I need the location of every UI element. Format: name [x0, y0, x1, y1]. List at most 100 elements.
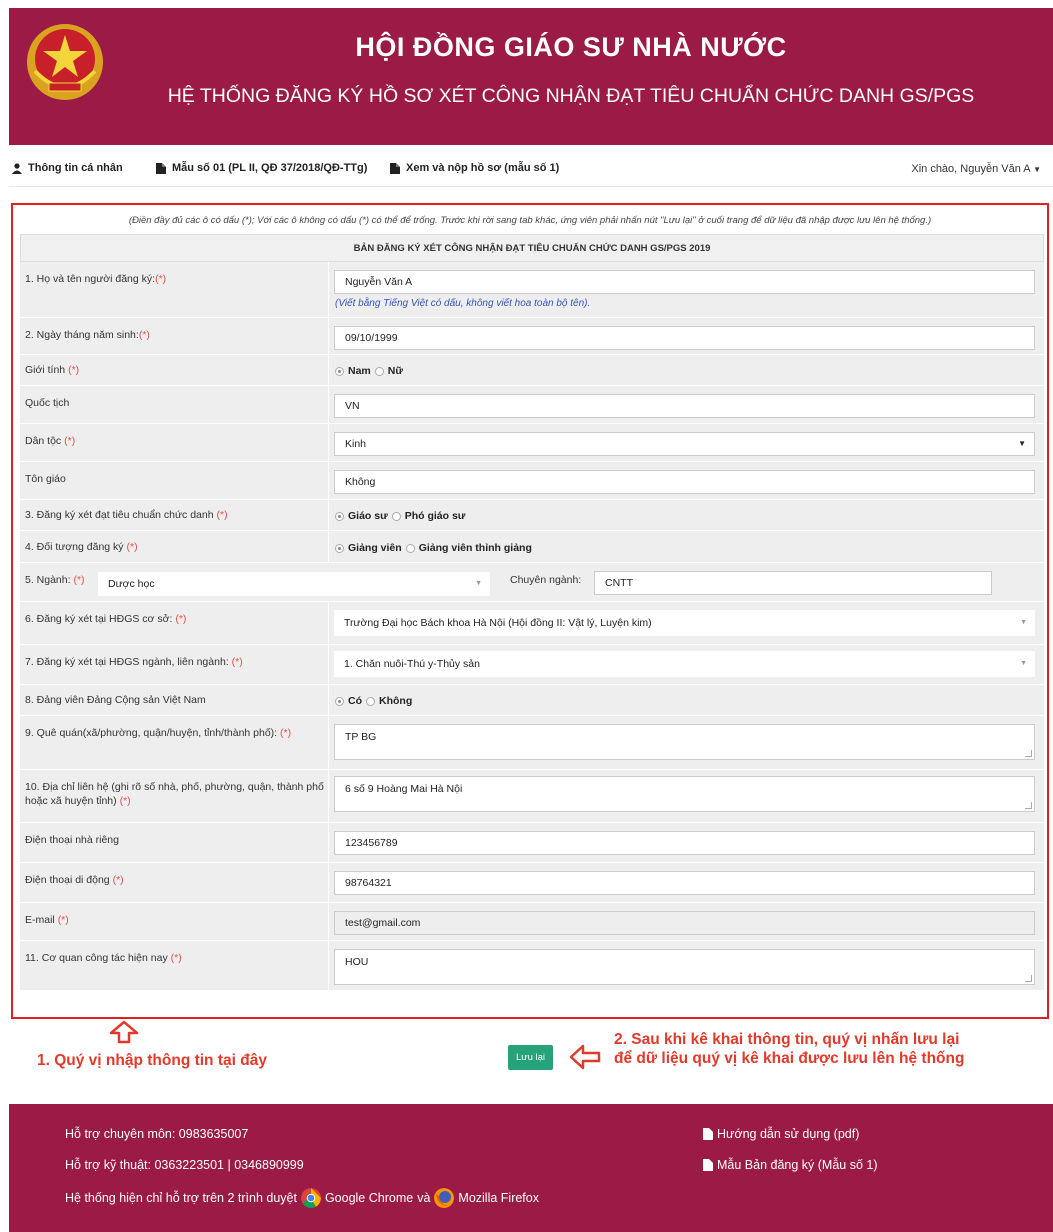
radio-label: Phó giáo sư [404, 510, 466, 522]
dob-input[interactable]: 09/10/1999 [334, 326, 1035, 350]
required-mark: (*) [280, 727, 292, 739]
page: HỘI ĐỒNG GIÁO SƯ NHÀ NƯỚC HỆ THỐNG ĐĂNG … [0, 0, 1053, 1232]
address-textarea[interactable]: 6 số 9 Hoàng Mai Hà Nội [334, 776, 1035, 812]
row-hometown: 9. Quê quán(xã/phường, quận/huyện, tỉnh/… [20, 716, 1044, 770]
label-text: 2. Ngày tháng năm sinh: [25, 329, 139, 341]
browser-support-text: Hệ thống hiện chỉ hỗ trợ trên 2 trình du… [65, 1191, 297, 1205]
file-icon [390, 162, 400, 174]
party-radio-no[interactable] [366, 696, 375, 706]
field-select[interactable]: Dược học ▼ [98, 572, 490, 596]
target-radio-group: Giảng viên Giảng viên thỉnh giảng [335, 542, 532, 554]
row-council-base: 6. Đăng ký xét tại HĐGS cơ sở: (*) Trườn… [20, 602, 1044, 645]
site-subtitle: HỆ THỐNG ĐĂNG KÝ HỒ SƠ XÉT CÔNG NHẬN ĐẠT… [167, 85, 975, 107]
label-email: E-mail (*) [25, 913, 325, 927]
title-radio-assoc-professor[interactable] [391, 511, 401, 521]
row-address: 10. Địa chỉ liên hệ (ghi rõ số nhà, phố,… [20, 770, 1044, 823]
specialty-input[interactable]: CNTT [594, 571, 992, 595]
select-value: Kinh [345, 438, 367, 450]
mobile-input[interactable]: 98764321 [334, 871, 1035, 895]
label-address: 10. Địa chỉ liên hệ (ghi rõ số nhà, phố,… [25, 780, 325, 808]
label-specialty: Chuyên ngành: [510, 574, 582, 586]
required-mark: (*) [138, 329, 150, 341]
full-name-input[interactable]: Nguyễn Văn A [334, 270, 1035, 294]
field-cell: TP BG [328, 716, 1044, 769]
label-religion: Tôn giáo [25, 473, 66, 485]
label-text: 10. Địa chỉ liên hệ (ghi rõ số nhà, phố,… [25, 781, 324, 807]
guide-label: Hướng dẫn sử dụng (pdf) [717, 1127, 860, 1141]
ethnicity-select[interactable]: Kinh ▼ [334, 432, 1035, 456]
religion-input[interactable]: Không [334, 470, 1035, 494]
chrome-icon [300, 1188, 321, 1208]
field-cell: Trường Đại học Bách khoa Hà Nội (Hội đồn… [328, 602, 1044, 644]
title-radio-professor[interactable] [335, 511, 344, 521]
party-radio-group: Có Không [335, 695, 412, 707]
council-field-select[interactable]: 1. Chăn nuôi-Thú y-Thủy sản ▼ [334, 651, 1035, 677]
title-radio-group: Giáo sư Phó giáo sư [335, 510, 465, 522]
nav-personal-info[interactable]: Thông tin cá nhân [12, 162, 123, 174]
caret-down-icon: ▼ [1018, 439, 1026, 448]
label-agency: 11. Cơ quan công tác hiện nay (*) [25, 951, 325, 965]
firefox-icon [434, 1188, 455, 1208]
field-cell: Có Không [328, 685, 1044, 715]
nav-view-submit[interactable]: Xem và nộp hồ sơ (mẫu số 1) [390, 162, 559, 174]
label-party: 8. Đảng viên Đảng Cộng sản Việt Nam [25, 694, 206, 706]
row-email: E-mail (*) test@gmail.com [20, 903, 1044, 941]
gender-radio-female[interactable] [374, 366, 384, 376]
row-mobile: Điện thoại di động (*) 98764321 [20, 863, 1044, 903]
row-religion: Tôn giáo Không [20, 462, 1044, 500]
required-mark: (*) [57, 914, 69, 926]
nav-label: Mẫu số 01 (PL II, QĐ 37/2018/QĐ-TTg) [172, 162, 368, 174]
required-mark: (*) [126, 541, 138, 553]
annotation-save: 2. Sau khi kê khai thông tin, quý vị nhấ… [614, 1031, 965, 1067]
template-label: Mẫu Bản đăng ký (Mẫu số 1) [717, 1158, 878, 1172]
gender-radio-male[interactable] [335, 366, 344, 376]
label-text: Giới tính [25, 364, 66, 376]
select-value: 1. Chăn nuôi-Thú y-Thủy sản [344, 658, 480, 670]
council-base-select[interactable]: Trường Đại học Bách khoa Hà Nội (Hội đồn… [334, 610, 1035, 636]
arrow-left-icon [569, 1044, 601, 1070]
field-cell: 98764321 [328, 863, 1044, 902]
user-menu[interactable]: Xin chào, Nguyễn Văn A ▼ [911, 163, 1041, 175]
label-text: Điện thoại di động [25, 874, 110, 886]
field-cell: Nguyễn Văn A (Viết bằng Tiếng Việt có dấ… [328, 262, 1044, 317]
registration-form: BẢN ĐĂNG KÝ XÉT CÔNG NHẬN ĐẠT TIÊU CHUẨN… [20, 234, 1044, 1014]
home-phone-input[interactable]: 123456789 [334, 831, 1035, 855]
guide-link[interactable]: Hướng dẫn sử dụng (pdf) [703, 1127, 859, 1141]
agency-textarea[interactable]: HOU [334, 949, 1035, 985]
site-title: HỘI ĐỒNG GIÁO SƯ NHÀ NƯỚC [355, 32, 787, 62]
hometown-textarea[interactable]: TP BG [334, 724, 1035, 760]
row-field: 5. Ngành: (*) Dược học ▼ Chuyên ngành: CN… [20, 563, 1044, 602]
radio-label: Nữ [387, 365, 403, 377]
file-icon [703, 1128, 713, 1140]
field-cell: 123456789 [328, 823, 1044, 862]
target-radio-lecturer[interactable] [335, 543, 344, 553]
field-cell: VN [328, 386, 1044, 423]
required-mark: (*) [119, 795, 131, 807]
nav-label: Thông tin cá nhân [28, 162, 123, 174]
label-home-phone: Điện thoại nhà riêng [25, 834, 119, 846]
label-nationality: Quốc tịch [25, 397, 70, 409]
row-gender: Giới tính (*) Nam Nữ [20, 355, 1044, 386]
label-council-base: 6. Đăng ký xét tại HĐGS cơ sở: (*) [25, 612, 325, 626]
row-party: 8. Đảng viên Đảng Cộng sản Việt Nam Có K… [20, 685, 1044, 716]
save-button[interactable]: Lưu lại [508, 1045, 553, 1070]
nav-form-01[interactable]: Mẫu số 01 (PL II, QĐ 37/2018/QĐ-TTg) [156, 162, 367, 174]
field-cell: 09/10/1999 [328, 318, 1044, 354]
chrome-label: Google Chrome [324, 1191, 414, 1205]
party-radio-yes[interactable] [335, 696, 344, 706]
annotation-input-here: 1. Quý vị nhập thông tin tại đây [37, 1052, 267, 1069]
row-full-name: 1. Họ và tên người đăng ký:(*) Nguyễn Vă… [20, 262, 1044, 318]
target-radio-visiting-lecturer[interactable] [405, 543, 415, 553]
field-cell: Giáo sư Phó giáo sư [328, 500, 1044, 530]
arrow-up-icon [109, 1020, 139, 1044]
field-cell: HOU [328, 941, 1044, 990]
label-text: 5. Ngành: [25, 574, 71, 586]
required-mark: (*) [68, 364, 80, 376]
radio-label: Giảng viên thỉnh giảng [418, 542, 532, 554]
form-title: BẢN ĐĂNG KÝ XÉT CÔNG NHẬN ĐẠT TIÊU CHUẨN… [20, 234, 1044, 262]
field-cell: 1. Chăn nuôi-Thú y-Thủy sản ▼ [328, 645, 1044, 684]
nationality-input[interactable]: VN [334, 394, 1035, 418]
template-link[interactable]: Mẫu Bản đăng ký (Mẫu số 1) [703, 1158, 878, 1172]
gender-radio-group: Nam Nữ [335, 365, 403, 377]
label-hometown: 9. Quê quán(xã/phường, quận/huyện, tỉnh/… [25, 726, 325, 740]
